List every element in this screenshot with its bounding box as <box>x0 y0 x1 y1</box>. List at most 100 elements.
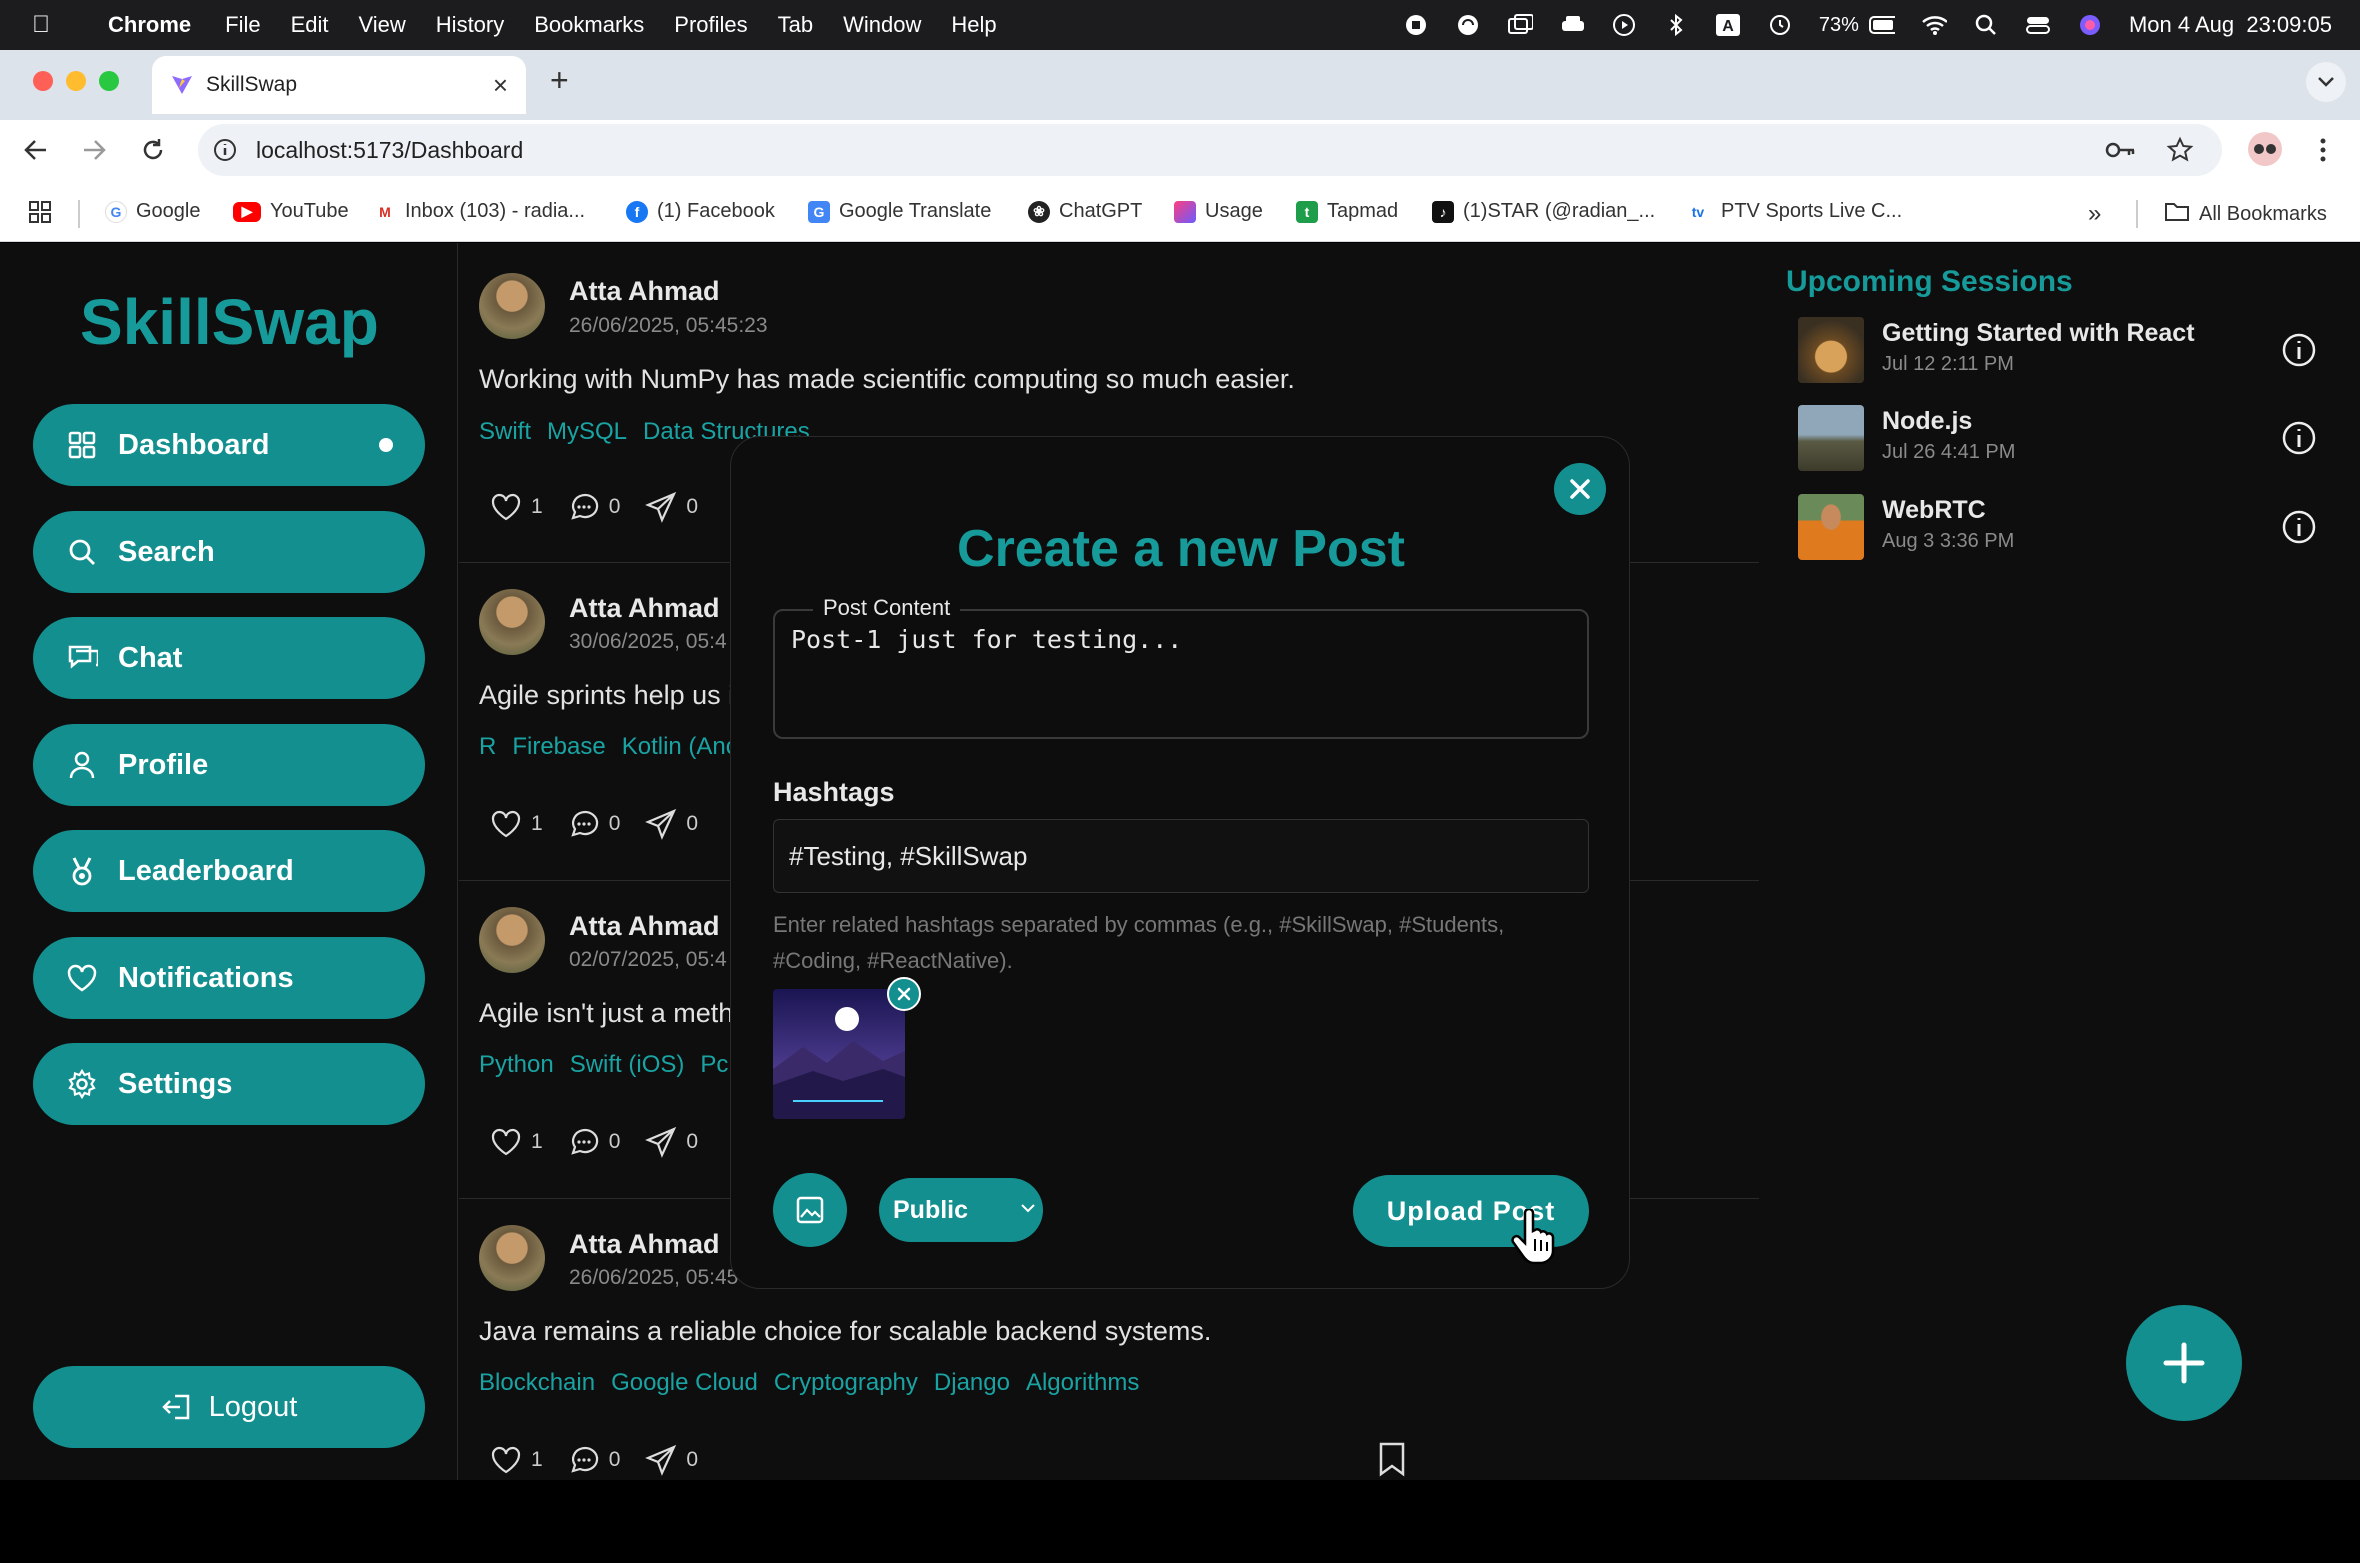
menu-tab[interactable]: Tab <box>778 12 813 38</box>
modal-close-button[interactable] <box>1554 463 1606 515</box>
visibility-select[interactable]: Public <box>879 1178 1043 1242</box>
comment-icon[interactable] <box>567 490 601 524</box>
swirl-icon[interactable] <box>1455 12 1481 38</box>
sidebar-item-leaderboard[interactable]: Leaderboard <box>33 830 425 912</box>
address-bar[interactable]: localhost:5173/Dashboard <box>198 124 2222 176</box>
menu-edit[interactable]: Edit <box>291 12 329 38</box>
share-send-icon[interactable] <box>644 1443 678 1477</box>
session-item[interactable]: WebRTC Aug 3 3:36 PM <box>1798 492 2318 562</box>
menubar-clock[interactable]: Mon 4 Aug 23:09:05 <box>2129 12 2332 38</box>
bluetooth-icon[interactable] <box>1663 12 1689 38</box>
bookmark-chatgpt[interactable]: ❀ ChatGPT <box>1028 200 1142 223</box>
bookmark-tiktok[interactable]: ♪ (1)STAR (@radian_... <box>1432 200 1655 223</box>
info-icon[interactable] <box>2280 331 2318 369</box>
sidebar-item-settings[interactable]: Settings <box>33 1043 425 1125</box>
logout-button[interactable]: Logout <box>33 1366 425 1448</box>
back-arrow-icon[interactable] <box>22 136 50 169</box>
tag[interactable]: R <box>479 733 496 761</box>
bookmarks-overflow-icon[interactable]: » <box>2088 200 2101 228</box>
add-image-button[interactable] <box>773 1173 847 1247</box>
like-heart-icon[interactable] <box>489 1125 523 1159</box>
menu-window[interactable]: Window <box>843 12 921 38</box>
post-author[interactable]: Atta Ahmad <box>569 911 720 942</box>
window-minimize-button[interactable] <box>66 71 86 91</box>
post-author[interactable]: Atta Ahmad <box>569 593 720 624</box>
window-zoom-button[interactable] <box>99 71 119 91</box>
tag[interactable]: Algorithms <box>1026 1369 1139 1397</box>
bookmark-google[interactable]: G Google <box>105 200 201 223</box>
forward-arrow-icon[interactable] <box>80 136 108 169</box>
bookmark-youtube[interactable]: ▶ YouTube <box>233 200 349 223</box>
tag[interactable]: Cryptography <box>774 1369 918 1397</box>
hashtags-value[interactable]: #Testing, #SkillSwap <box>789 841 1027 872</box>
window-close-button[interactable] <box>33 71 53 91</box>
wifi-icon[interactable] <box>1921 12 1947 38</box>
control-center-icon[interactable] <box>2025 12 2051 38</box>
tag[interactable]: Swift (iOS) <box>570 1051 685 1079</box>
post-author[interactable]: Atta Ahmad <box>569 1229 720 1260</box>
bookmark-tapmad[interactable]: t Tapmad <box>1296 200 1398 223</box>
create-post-fab[interactable] <box>2126 1305 2242 1421</box>
share-send-icon[interactable] <box>644 490 678 524</box>
author-avatar[interactable] <box>479 907 545 973</box>
sidebar-item-chat[interactable]: Chat <box>33 617 425 699</box>
sidebar-item-notifications[interactable]: Notifications <box>33 937 425 1019</box>
bookmark-google-translate[interactable]: G Google Translate <box>808 200 991 223</box>
share-send-icon[interactable] <box>644 1125 678 1159</box>
tag[interactable]: Google Cloud <box>611 1369 758 1397</box>
record-icon[interactable] <box>1403 12 1429 38</box>
post-content-value[interactable]: Post-1 just for testing... <box>791 625 1182 654</box>
sidebar-item-profile[interactable]: Profile <box>33 724 425 806</box>
sidebar-item-search[interactable]: Search <box>33 511 425 593</box>
bookmark-gmail[interactable]: M Inbox (103) - radia... <box>374 200 585 223</box>
car-icon[interactable] <box>1559 12 1585 38</box>
author-avatar[interactable] <box>479 589 545 655</box>
all-bookmarks-folder[interactable]: All Bookmarks <box>2164 200 2327 228</box>
menu-file[interactable]: File <box>225 12 260 38</box>
battery-icon[interactable] <box>1868 12 1895 38</box>
apps-grid-icon[interactable] <box>28 200 52 224</box>
tab-close-icon[interactable]: × <box>493 70 508 101</box>
like-heart-icon[interactable] <box>489 1443 523 1477</box>
menu-history[interactable]: History <box>436 12 504 38</box>
share-send-icon[interactable] <box>644 807 678 841</box>
profile-avatar[interactable] <box>2248 132 2282 166</box>
tag[interactable]: Django <box>934 1369 1010 1397</box>
bookmark-icon[interactable] <box>1377 1441 1407 1477</box>
info-icon[interactable] <box>2280 419 2318 457</box>
remove-image-button[interactable] <box>887 977 921 1011</box>
reload-icon[interactable] <box>139 136 167 169</box>
info-icon[interactable] <box>2280 508 2318 546</box>
tag[interactable]: MySQL <box>547 418 627 446</box>
like-heart-icon[interactable] <box>489 807 523 841</box>
tab-skillswap[interactable]: SkillSwap × <box>152 56 526 114</box>
comment-icon[interactable] <box>567 1443 601 1477</box>
site-info-icon[interactable] <box>212 137 238 169</box>
menu-bookmarks[interactable]: Bookmarks <box>534 12 644 38</box>
sidebar-item-dashboard[interactable]: Dashboard <box>33 404 425 486</box>
tag[interactable]: Swift <box>479 418 531 446</box>
menu-view[interactable]: View <box>359 12 406 38</box>
password-key-icon[interactable] <box>2104 137 2136 169</box>
spotlight-icon[interactable] <box>1973 12 1999 38</box>
menubar-app-name[interactable]: Chrome <box>108 12 191 38</box>
chrome-menu-icon[interactable] <box>2318 136 2328 169</box>
keyboard-input-icon[interactable]: A <box>1715 12 1741 38</box>
comment-icon[interactable] <box>567 1125 601 1159</box>
tag[interactable]: Python <box>479 1051 554 1079</box>
session-item[interactable]: Getting Started with React Jul 12 2:11 P… <box>1798 315 2318 385</box>
author-avatar[interactable] <box>479 273 545 339</box>
menu-profiles[interactable]: Profiles <box>674 12 747 38</box>
tag[interactable]: Firebase <box>512 733 605 761</box>
post-author[interactable]: Atta Ahmad <box>569 276 720 307</box>
time-machine-icon[interactable] <box>1767 12 1793 38</box>
bookmark-facebook[interactable]: f (1) Facebook <box>626 200 775 223</box>
comment-icon[interactable] <box>567 807 601 841</box>
siri-icon[interactable] <box>2077 12 2103 38</box>
new-tab-button[interactable]: + <box>550 62 569 99</box>
url-text[interactable]: localhost:5173/Dashboard <box>256 137 523 164</box>
tag[interactable]: Blockchain <box>479 1369 595 1397</box>
menu-help[interactable]: Help <box>951 12 996 38</box>
bookmark-usage[interactable]: Usage <box>1174 200 1263 223</box>
bookmark-ptv-sports[interactable]: tv PTV Sports Live C... <box>1684 200 1902 223</box>
